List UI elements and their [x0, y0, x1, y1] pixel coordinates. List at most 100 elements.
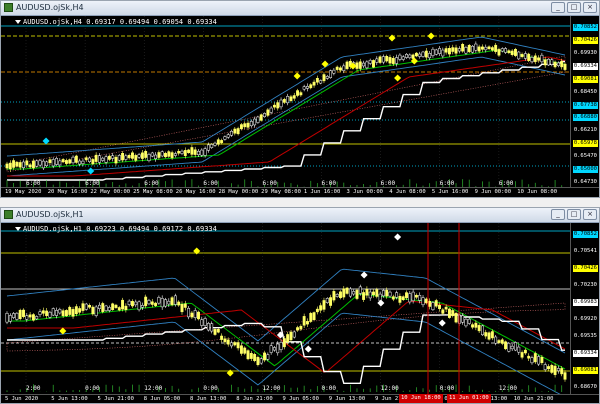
candle-body: [543, 364, 547, 370]
candle-body: [127, 155, 131, 159]
candle-body: [388, 291, 392, 297]
candle-body: [500, 339, 504, 344]
h4-window-titlebar[interactable]: AUDUSD.ojSk,H4 _ □ ×: [1, 1, 599, 16]
candle-body: [319, 80, 323, 84]
candle-body: [322, 300, 326, 310]
candle-body: [263, 352, 266, 361]
candle-body: [441, 309, 445, 314]
candle-body: [339, 291, 342, 299]
candle-body: [438, 304, 441, 310]
candle-body: [173, 153, 177, 156]
candle-body: [58, 160, 62, 166]
candle-body: [368, 291, 372, 299]
candle-body: [114, 156, 118, 164]
candle-body: [296, 327, 300, 331]
time-scale-label: 10 Jun 08:00: [517, 189, 558, 195]
candle-body: [97, 155, 101, 163]
session-label: 6:00: [26, 180, 41, 187]
candle-body: [38, 160, 42, 166]
candle-body: [540, 54, 544, 63]
h1-price-chart[interactable]: 2:00 0:00 12:00 0:00 12:00 0:00 12:00 0:00 12:00: [1, 223, 573, 394]
candle-body: [434, 49, 438, 55]
maximize-button[interactable]: □: [567, 2, 581, 13]
candle-body: [266, 109, 270, 116]
time-scale-label: 10 Jun 21:00: [513, 396, 554, 402]
candle-body: [259, 358, 263, 364]
candle-body: [160, 298, 164, 308]
h1-price-scale[interactable]: 0.70852 0.70541 0.70426 0.70230 0.69983 0.699…: [570, 223, 599, 394]
candle-body: [216, 139, 220, 145]
h4-price-chart[interactable]: 6:00 6:00 6:00 6:00 6:00 6:00 6:00 6:00 6:00: [1, 16, 573, 189]
session-label: 6:00: [440, 180, 455, 187]
candle-body: [438, 48, 441, 54]
price-scale-label: 0.69081: [572, 367, 598, 374]
candle-body: [451, 47, 455, 52]
candle-body: [510, 345, 514, 350]
maximize-button[interactable]: □: [567, 209, 581, 220]
time-scale-label: 29 May 08:00: [261, 189, 301, 195]
candle-body: [266, 354, 270, 360]
candle-body: [111, 155, 115, 159]
candle-body: [484, 332, 488, 337]
candle-body: [395, 57, 399, 64]
candle-body: [315, 308, 319, 313]
candle-body: [286, 334, 290, 343]
candle-body: [477, 325, 481, 332]
candle-body: [150, 301, 154, 305]
h1-window-title: AUDUSD.ojSk,H1: [16, 210, 84, 219]
minimize-button[interactable]: _: [551, 2, 565, 13]
h1-window-titlebar[interactable]: AUDUSD.ojSk,H1 _ □ ×: [1, 208, 599, 223]
candle-body: [405, 54, 408, 58]
candle-body: [230, 342, 233, 347]
candle-body: [365, 61, 369, 69]
candle-body: [22, 161, 25, 168]
candle-body: [183, 303, 187, 308]
candle-body: [312, 312, 316, 321]
candle-body: [279, 341, 283, 350]
candle-body: [494, 336, 498, 344]
candle-body: [414, 294, 418, 298]
candle-body: [78, 160, 82, 165]
candle-body: [497, 340, 501, 343]
h1-time-scale[interactable]: 5 Jun 2020 5 Jun 13:00 5 Jun 21:00 8 Jun 05…: [1, 394, 599, 403]
candle-body: [477, 46, 481, 52]
candle-body: [187, 149, 191, 154]
candle-body: [418, 294, 422, 301]
time-scale-label: 4 Jun 08:00: [389, 189, 426, 195]
crosshair-time-label-2: 11 Jun 01:00: [447, 394, 491, 403]
candle-body: [226, 134, 230, 138]
candle-body: [514, 49, 517, 56]
h4-price-scale[interactable]: 0.70852 0.70426 0.69930 0.69334 0.69081 0.684…: [570, 16, 599, 189]
h4-time-scale[interactable]: 19 May 2020 20 May 16:00 22 May 00:00 25 Ma…: [1, 187, 599, 197]
chart-menu-icon[interactable]: [15, 227, 21, 231]
time-scale-label: 19 May 2020: [5, 189, 42, 195]
candle-body: [150, 152, 154, 157]
candle-body: [385, 55, 389, 62]
close-button[interactable]: ×: [583, 209, 597, 220]
candle-body: [434, 300, 438, 307]
candle-body: [372, 291, 375, 296]
candle-body: [200, 149, 204, 156]
candle-body: [157, 152, 161, 158]
session-label: 6:00: [144, 180, 159, 187]
candle-body: [84, 157, 88, 161]
candle-body: [111, 303, 115, 311]
chart-menu-icon[interactable]: [15, 20, 21, 24]
candle-body: [12, 160, 16, 168]
close-button[interactable]: ×: [583, 2, 597, 13]
candle-body: [170, 152, 174, 159]
candle-body: [140, 305, 144, 308]
candle-body: [223, 338, 227, 343]
candle-body: [342, 65, 346, 71]
candle-body: [249, 121, 253, 127]
candle-body: [563, 63, 567, 70]
minimize-button[interactable]: _: [551, 209, 565, 220]
candle-body: [421, 51, 425, 57]
h4-chart-window[interactable]: AUDUSD.ojSk,H4 _ □ × 6:00 6:00 6:00 6:00 6:0…: [0, 0, 600, 198]
session-label: 2:00: [26, 385, 41, 392]
candle-body: [319, 305, 323, 311]
candle-body: [253, 118, 257, 126]
candle-body: [385, 289, 389, 297]
h1-chart-window[interactable]: AUDUSD.ojSk,H1 _ □ × 2:00 0:00 12:00 0:00 12…: [0, 207, 600, 404]
candle-body: [533, 55, 537, 62]
